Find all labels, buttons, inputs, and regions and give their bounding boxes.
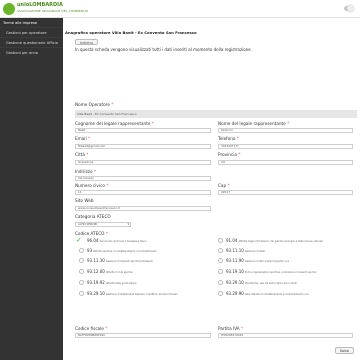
- page-title: Anagrafica operatore Villa Baelt - Ex Co…: [65, 30, 197, 35]
- radio-button[interactable]: [79, 291, 84, 296]
- main-content: Anagrafica operatore Villa Baelt - Ex Co…: [63, 18, 360, 360]
- ateco-option-label: 93Attività sportive, di intrattenimento …: [87, 248, 157, 253]
- telefono-field[interactable]: 3343447177: [218, 144, 353, 149]
- civico-field[interactable]: 11: [75, 190, 211, 195]
- sito-field[interactable]: www.conventosanfrancesco.it: [75, 206, 211, 211]
- sidebar-item-gestioni-anno[interactable]: Gestioni per anno: [0, 47, 63, 57]
- brand-logo-icon: [3, 3, 15, 15]
- citta-field[interactable]: Gravedona: [75, 160, 211, 165]
- radio-button[interactable]: [218, 248, 223, 253]
- sidebar-item-gestione-questionario[interactable]: Gestione questionario Ufficio: [0, 37, 63, 47]
- cap-label: Cap *: [218, 183, 230, 188]
- ateco-option-label: 91.04Attività degli orti botanici, dei g…: [226, 238, 323, 243]
- cognome-field[interactable]: Baelt: [75, 128, 211, 133]
- nome-operatore-field[interactable]: Villa Baelt - Ex Convento San Francesco: [75, 110, 357, 118]
- radio-button[interactable]: [218, 238, 223, 243]
- ateco-option-label: 93.11.30Gestione di impianti sportivi po…: [87, 258, 153, 263]
- sidebar-title: Tarme alle imprese: [3, 21, 38, 25]
- telefono-label: Telefono *: [218, 136, 239, 141]
- radio-button[interactable]: [79, 248, 84, 253]
- ateco-option-label: 93.11.90Gestione di altri impianti sport…: [226, 258, 290, 263]
- categoria-select[interactable]: ALTRI SERVIZI ▾: [75, 222, 131, 227]
- categoria-label: Categoria ATECO: [75, 214, 111, 219]
- indirizzo-label: Indirizzo *: [75, 169, 96, 174]
- civico-label: Numero civico *: [75, 183, 109, 188]
- check-icon: ✓: [76, 236, 82, 244]
- radio-button[interactable]: [218, 280, 223, 285]
- ateco-option-label: 93.29.10Discoteche, sale da ballo night-…: [226, 280, 297, 285]
- ateco-option-label: 93.19.10Enti e organizzazioni sportive, …: [226, 269, 317, 274]
- categoria-value: ALTRI SERVIZI: [78, 222, 98, 226]
- ateco-option-label: 93.29.90Altre attività di intratteniment…: [226, 291, 309, 296]
- email-label: Email *: [75, 136, 91, 141]
- codice-fiscale-field[interactable]: BAFFDE80B68F490: [75, 333, 211, 338]
- citta-label: Città *: [75, 152, 89, 157]
- email-field[interactable]: fbbaelt@gmail.com: [75, 144, 211, 149]
- back-button[interactable]: Indietro: [75, 39, 99, 45]
- nome-label: Nome del legale rappresentante *: [218, 121, 290, 126]
- radio-button[interactable]: [218, 258, 223, 263]
- theme-toggle[interactable]: [344, 5, 354, 12]
- partita-iva-field[interactable]: IT08265970165: [218, 333, 353, 338]
- indirizzo-field[interactable]: Via Canedo: [75, 176, 211, 181]
- radio-button[interactable]: [79, 258, 84, 263]
- provincia-label: Provincia *: [218, 152, 241, 157]
- nome-operatore-label: Nome Operatore *: [75, 102, 114, 107]
- ateco-option-label: 96.04Servizi dei centri per il benessere…: [87, 238, 147, 243]
- radio-button[interactable]: [79, 269, 84, 274]
- partita-iva-label: Partita IVA *: [218, 326, 244, 331]
- ateco-option-label: 93.12.00Attività di club sportivi: [87, 269, 133, 274]
- provincia-field[interactable]: CO: [218, 160, 353, 165]
- radio-button[interactable]: [79, 280, 84, 285]
- codice-fiscale-label: Codice fiscale *: [75, 326, 108, 331]
- top-bar: unioLOMBARDIA ASSOCIAZIONE REGIONALE DEL…: [0, 0, 360, 18]
- sidebar: Tarme alle imprese Gestioni per operator…: [0, 18, 63, 360]
- chevron-down-icon: ▾: [127, 222, 129, 226]
- sito-label: Sito Web: [75, 198, 94, 203]
- radio-button[interactable]: [218, 269, 223, 274]
- nome-field[interactable]: Federico: [218, 128, 353, 133]
- radio-button[interactable]: [218, 291, 223, 296]
- save-button[interactable]: Salva: [334, 347, 354, 354]
- brand-subtitle: ASSOCIAZIONE REGIONALE DEL COMMERCIO: [17, 9, 89, 13]
- ateco-option-label: 93.29.10Gestione di stabilimenti balnear…: [87, 291, 178, 296]
- ateco-option-label: 93.19.92Attività della guide alpine: [87, 280, 137, 285]
- intro-text: In questa scheda vengono visualizzati tu…: [75, 47, 252, 52]
- cap-field[interactable]: 22017: [218, 190, 353, 195]
- brand-name: unioLOMBARDIA: [17, 2, 63, 8]
- ateco-option-label: 93.11.10Gestione di stadi: [226, 248, 265, 253]
- cognome-label: Cognome del legale rappresentante *: [75, 121, 154, 126]
- sidebar-item-gestioni-operatore[interactable]: Gestioni per operatore: [0, 27, 63, 37]
